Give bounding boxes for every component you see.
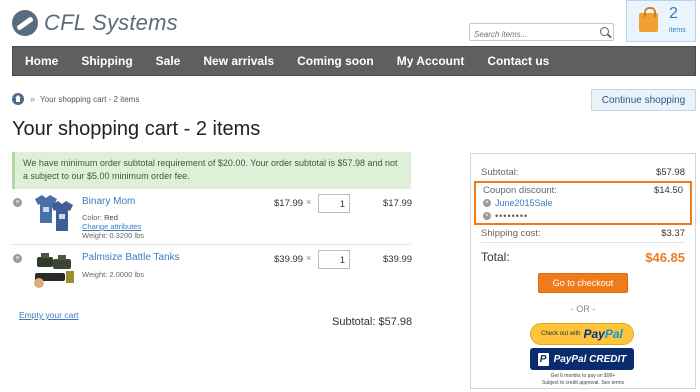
unit-price: $17.99 [274,198,304,209]
paypal-checkout-button[interactable]: Check out with PayPal [530,323,634,345]
cart-count: 2 [669,5,678,22]
paypal-logo: PayPal [583,327,623,341]
paypal-credit-button[interactable]: P PayPal CREDIT [530,348,634,370]
breadcrumb: » Your shopping cart - 2 items [12,93,139,105]
summary-total-label: Total: [481,250,510,264]
cart-item-row: × Palmsize Battle Tanks Weight: 2.0000 l… [12,249,413,301]
minimum-order-notice: We have minimum order subtotal requireme… [12,152,411,189]
paypal-icon: P [537,352,549,366]
paypal-credit-label: PayPal CREDIT [553,353,627,365]
cart-item-row: × Binary Mom Color: Red Change attribute… [12,193,413,245]
cart-items-label: items [669,27,686,34]
coupon-discount-value: $14.50 [653,185,683,196]
go-to-checkout-button[interactable]: Go to checkout [538,273,628,293]
summary-subtotal-label: Subtotal: [481,167,519,178]
summary-subtotal-row: Subtotal: $57.98 [481,167,685,178]
mini-cart[interactable]: 2 items [626,0,696,42]
quantity-input[interactable] [318,194,350,213]
logo-text: CFL Systems [44,10,178,35]
coupon-discount-row: Coupon discount: $14.50 [483,185,683,196]
nav-item-my-account[interactable]: My Account [397,54,465,68]
product-color: Color: Red [82,213,118,222]
nav-item-sale[interactable]: Sale [156,54,181,68]
shopping-bag-icon [639,7,658,32]
summary-total-value: $46.85 [645,250,685,265]
main-nav: Home Shipping Sale New arrivals Coming s… [12,46,696,76]
remove-item-icon[interactable]: × [13,198,22,207]
remove-masked-coupon-icon[interactable]: × [483,212,491,220]
coupon-code-text[interactable]: June2015Sale [495,198,553,208]
product-name-link[interactable]: Palmsize Battle Tanks [82,252,180,263]
search-box [469,23,614,43]
line-total: $17.99 [383,198,413,209]
product-image-battle-tanks[interactable] [31,249,77,291]
coupon-section: Coupon discount: $14.50 × June2015Sale ×… [474,181,692,225]
summary-subtotal-value: $57.98 [655,167,685,178]
order-summary: Subtotal: $57.98 Coupon discount: $14.50… [470,153,696,389]
summary-shipping-label: Shipping cost: [481,228,541,239]
product-image-binary-mom[interactable] [31,193,77,235]
multiply-sign: × [306,197,312,207]
breadcrumb-current: Your shopping cart - 2 items [40,94,140,104]
coupon-masked: × •••••••• [483,211,528,221]
coupon-code: × June2015Sale [483,198,553,208]
quantity-input[interactable] [318,250,350,269]
summary-divider [481,242,685,243]
remove-coupon-icon[interactable]: × [483,199,491,207]
coupon-discount-label: Coupon discount: [483,185,557,196]
paypal-credit-note: Get 6 months to pay on $99+ Subject to c… [542,373,624,386]
page-title: Your shopping cart - 2 items [12,118,261,140]
empty-cart-link[interactable]: Empty your cart [19,310,79,320]
change-attributes-link[interactable]: Change attributes [82,222,141,231]
unit-price: $39.99 [274,254,304,265]
remove-item-icon[interactable]: × [13,254,22,263]
nav-item-contact-us[interactable]: Contact us [487,54,549,68]
summary-shipping-row: Shipping cost: $3.37 [481,228,685,239]
nav-item-home[interactable]: Home [25,54,58,68]
paypal-prefix: Check out with [541,331,581,337]
product-weight: Weight: 0.3200 lbs [82,231,144,240]
site-logo[interactable]: CFL Systems [12,10,178,36]
breadcrumb-separator: » [30,94,36,104]
home-icon[interactable] [12,93,24,105]
continue-shopping-button[interactable]: Continue shopping [591,89,696,111]
or-divider: - OR - [570,304,596,314]
nav-item-shipping[interactable]: Shipping [81,54,132,68]
search-icon[interactable] [600,27,609,36]
summary-shipping-value: $3.37 [661,228,685,239]
search-input[interactable] [470,26,595,43]
cart-subtotal: Subtotal: $57.98 [332,316,413,328]
nav-item-coming-soon[interactable]: Coming soon [297,54,374,68]
nav-item-new-arrivals[interactable]: New arrivals [203,54,274,68]
coupon-masked-text: •••••••• [495,211,529,221]
product-name-link[interactable]: Binary Mom [82,196,135,207]
product-weight: Weight: 2.0000 lbs [82,270,144,279]
multiply-sign: × [306,253,312,263]
logo-icon [12,10,38,36]
line-total: $39.99 [383,254,413,265]
summary-total-row: Total: $46.85 [481,250,685,265]
